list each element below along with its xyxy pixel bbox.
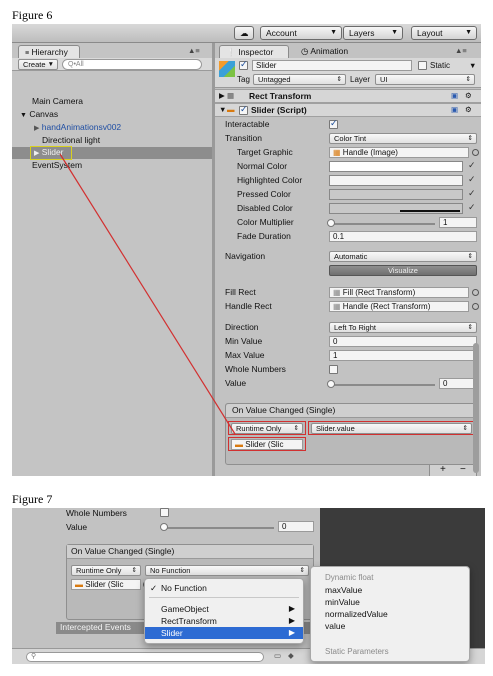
- value-label: Value: [66, 522, 88, 532]
- search-icon: ⚲: [31, 653, 37, 660]
- connector-line: [59, 153, 236, 435]
- submenu-arrow-icon: ▶: [288, 628, 295, 637]
- menu-item-gameobject[interactable]: GameObject ▶: [145, 603, 303, 615]
- tag-icon[interactable]: ◆: [288, 651, 294, 661]
- value-slider-track[interactable]: [164, 527, 274, 529]
- search-input[interactable]: ⚲: [26, 652, 264, 662]
- figure-7-label: Figure 7: [12, 492, 53, 506]
- slider-submenu: Dynamic float maxValue minValue normaliz…: [310, 566, 470, 662]
- menu-item-no-function[interactable]: ✓ No Function: [145, 582, 303, 594]
- whole-numbers-label: Whole Numbers: [66, 508, 127, 518]
- slider-component-icon: ▬: [75, 580, 83, 589]
- submenu-arrow-icon: ▶: [288, 616, 295, 625]
- function-dropdown[interactable]: No Function ⇕: [145, 565, 309, 576]
- submenu-item-minvalue[interactable]: minValue: [311, 596, 469, 608]
- menu-separator: [149, 597, 299, 598]
- whole-numbers-checkbox[interactable]: [160, 508, 169, 517]
- checkmark-icon: ✓: [150, 583, 158, 593]
- submenu-item-value[interactable]: value: [311, 620, 469, 632]
- submenu-arrow-icon: ▶: [288, 604, 295, 613]
- updown-arrow-icon: ⇕: [299, 567, 305, 574]
- function-menu: ✓ No Function GameObject ▶ RectTransform…: [144, 578, 304, 644]
- runtime-dropdown[interactable]: Runtime Only ⇕: [71, 565, 141, 576]
- static-parameters-header: Static Parameters: [325, 647, 389, 656]
- menu-item-recttransform[interactable]: RectTransform ▶: [145, 615, 303, 627]
- updown-arrow-icon: ⇕: [131, 567, 137, 574]
- event-header: On Value Changed (Single): [67, 545, 313, 559]
- menu-item-slider[interactable]: Slider ▶: [145, 627, 303, 639]
- dynamic-float-header: Dynamic float: [325, 573, 374, 582]
- figure-6-screenshot: ☁ Account ▼ Layers ▼ Layout ▼ ≡ Hierarch…: [12, 24, 481, 476]
- object-ref-field[interactable]: ▬ Slider (Slic: [71, 579, 141, 590]
- figure-6-label: Figure 6: [12, 8, 53, 22]
- value-slider-handle[interactable]: [160, 523, 168, 531]
- figure-7-screenshot: Whole Numbers Value 0 On Value Changed (…: [12, 508, 485, 664]
- submenu-item-maxvalue[interactable]: maxValue: [311, 584, 469, 596]
- submenu-item-normalizedvalue[interactable]: normalizedValue: [311, 608, 469, 620]
- lock-icon[interactable]: ▭: [274, 651, 281, 661]
- value-field[interactable]: 0: [278, 521, 314, 532]
